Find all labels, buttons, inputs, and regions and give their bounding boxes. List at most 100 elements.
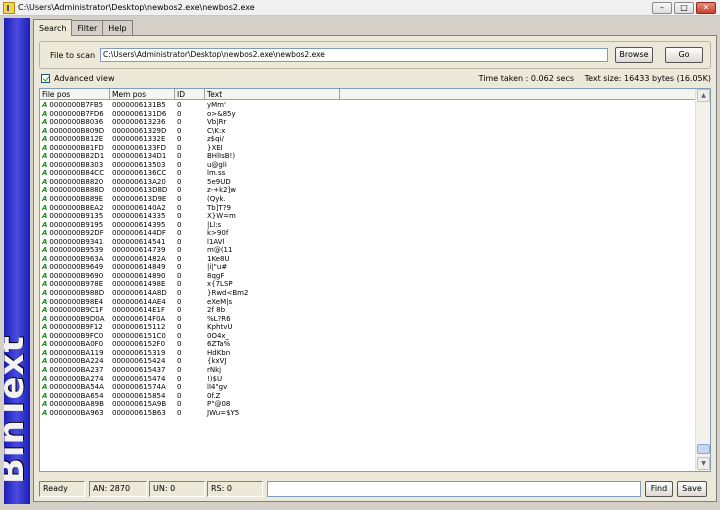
text-cell: z$qi/ [207, 135, 224, 144]
table-row[interactable]: A 0000000BA119 000000615319 0 HdKbn [40, 349, 695, 358]
file-pos-cell: A 0000000B889E [42, 195, 104, 204]
string-type-icon: A [42, 271, 48, 280]
table-row[interactable]: A 0000000B9649 000000614849 0 |i|"u# [40, 263, 695, 272]
advanced-view-option[interactable]: Advanced view [41, 74, 114, 83]
find-input[interactable] [267, 481, 641, 497]
file-pos-cell: A 0000000B9FC0 [42, 331, 104, 340]
string-type-icon: A [42, 160, 48, 169]
id-cell: 0 [177, 357, 182, 366]
vertical-scrollbar[interactable]: ▲ ▼ [695, 89, 710, 471]
table-row[interactable]: A 0000000B963A 00000061482A 0 1Ke8U [40, 255, 695, 264]
table-row[interactable]: A 0000000B889E 000000613D9E 0 (Qyk. [40, 195, 695, 204]
table-row[interactable]: A 0000000B7FB5 0000006131B5 0 yMm' [40, 101, 695, 110]
advanced-view-checkbox[interactable] [41, 74, 50, 83]
logo-text: BinText [4, 335, 30, 484]
table-row[interactable]: A 0000000B92DF 0000006144DF 0 k>90f [40, 229, 695, 238]
text-cell: }XEI [207, 143, 223, 152]
table-row[interactable]: A 0000000BA54A 00000061574A 0 lI4"gv [40, 383, 695, 392]
string-type-icon: A [42, 143, 48, 152]
table-row[interactable]: A 0000000B888D 000000613D8D 0 z-+k2]w [40, 186, 695, 195]
table-row[interactable]: A 0000000BA654 000000615854 0 0f.Z [40, 392, 695, 401]
column-id[interactable]: ID [175, 89, 205, 100]
id-cell: 0 [177, 408, 182, 417]
table-row[interactable]: A 0000000B8303 000000613503 0 u@gli [40, 161, 695, 170]
close-button[interactable]: ✕ [696, 2, 716, 14]
scroll-thumb[interactable] [697, 444, 710, 454]
table-row[interactable]: A 0000000B81FD 0000006133FD 0}XEI [40, 144, 695, 153]
table-row[interactable]: A 0000000B9D0A 000000614F0A 0 %L?R6 [40, 315, 695, 324]
table-row[interactable]: A 0000000B98E4 000000614AE4 0 eXeM|s [40, 298, 695, 307]
table-row[interactable]: A 0000000BA224 000000615424 0 {kxVJ [40, 357, 695, 366]
strings-list[interactable]: File pos Mem pos ID Text A 0000000B7FB5 00… [39, 88, 711, 472]
table-row[interactable]: A 0000000BA237 000000615437 0 rNkj [40, 366, 695, 375]
status-rs-count: RS: 0 [207, 481, 263, 497]
table-row[interactable]: A 0000000B82D1 0000006134D1 0 BHlIsB!) [40, 152, 695, 161]
id-cell: 0 [177, 280, 182, 289]
id-cell: 0 [177, 297, 182, 306]
tab-help[interactable]: Help [102, 20, 133, 36]
id-cell: 0 [177, 160, 182, 169]
file-pos-cell: A 0000000B9135 [42, 212, 104, 221]
scroll-down-arrow-icon[interactable]: ▼ [697, 457, 710, 470]
table-row[interactable]: A 0000000B9341 000000614541 0 l1AVl [40, 238, 695, 247]
mem-pos-cell: 0000006140A2 [112, 203, 166, 212]
table-row[interactable]: A 0000000B9F12 000000615112 0 KphtvU [40, 323, 695, 332]
maximize-button[interactable]: □ [674, 2, 694, 14]
string-type-icon: A [42, 152, 48, 161]
table-row[interactable]: A 0000000B988D 000000614A8D 0}Rwd<Bm2 [40, 289, 695, 298]
status-bar: Ready AN: 2870 UN: 0 RS: 0 Find Save [39, 481, 711, 497]
table-row[interactable]: A 0000000BA963 000000615B63 0 JWu=$Y5 [40, 409, 695, 418]
mem-pos-cell: 000000614849 [112, 263, 166, 272]
text-cell: eXeM|s [207, 297, 233, 306]
column-file-pos[interactable]: File pos [40, 89, 110, 100]
table-row[interactable]: A 0000000B809D 00000061329D 0 C\K:x [40, 127, 695, 136]
id-cell: 0 [177, 152, 182, 161]
table-row[interactable]: A 0000000B9C1F 000000614E1F 0 2f 8b [40, 306, 695, 315]
table-row[interactable]: A 0000000BA274 000000615474 0 !)$U [40, 375, 695, 384]
list-header: File pos Mem pos ID Text [40, 89, 695, 100]
scroll-up-arrow-icon[interactable]: ▲ [697, 89, 710, 102]
id-cell: 0 [177, 331, 182, 340]
mem-pos-cell: 000000615112 [112, 323, 166, 332]
table-row[interactable]: A 0000000B9690 000000614890 0 8qgF [40, 272, 695, 281]
column-text[interactable]: Text [205, 89, 340, 100]
string-type-icon: A [42, 408, 48, 417]
table-row[interactable]: A 0000000BA0F0 0000006152F0 0 6ZTa% [40, 340, 695, 349]
browse-button[interactable]: Browse [615, 47, 653, 63]
string-type-icon: A [42, 383, 48, 392]
file-pos-cell: A 0000000B809D [42, 126, 105, 135]
table-row[interactable]: A 0000000B8EA2 0000006140A2 0 Tb]T?9 [40, 204, 695, 213]
file-pos-cell: A 0000000B812E [42, 135, 104, 144]
table-row[interactable]: A 0000000B9FC0 0000006151C0 0 0O4x_ [40, 332, 695, 341]
mem-pos-cell: 000000614890 [112, 271, 166, 280]
tab-filter[interactable]: Filter [71, 20, 104, 36]
mem-pos-cell: 000000613D9E [112, 195, 167, 204]
table-row[interactable]: A 0000000B8036 000000613236 0 Vb|Rr [40, 118, 695, 127]
table-row[interactable]: A 0000000B7FD6 0000006131D6 0 o>&85y [40, 110, 695, 119]
table-row[interactable]: A 0000000B978E 00000061498E 0 x{7LSP [40, 280, 695, 289]
mem-pos-cell: 000000613D8D [112, 186, 168, 195]
table-row[interactable]: A 0000000B812E 00000061332E 0 z$qi/ [40, 135, 695, 144]
string-type-icon: A [42, 357, 48, 366]
file-path-input[interactable]: C:\Users\Administrator\Desktop\newbos2.e… [100, 48, 608, 62]
table-row[interactable]: A 0000000B9195 000000614395 0 |Ll:s [40, 221, 695, 230]
table-row[interactable]: A 0000000B9539 000000614739 0 m@(11 [40, 246, 695, 255]
table-row[interactable]: A 0000000BA89B 000000615A9B 0 P"@08 [40, 400, 695, 409]
table-row[interactable]: A 0000000B8820 000000613A20 0 5e9UD [40, 178, 695, 187]
id-cell: 0 [177, 314, 182, 323]
go-button[interactable]: Go [665, 47, 703, 63]
tab-search[interactable]: Search [33, 19, 73, 36]
column-mem-pos[interactable]: Mem pos [110, 89, 175, 100]
string-type-icon: A [42, 101, 48, 109]
mem-pos-cell: 000000615854 [112, 391, 166, 400]
table-row[interactable]: A 0000000B84CC 0000006136CC 0 lm.ss [40, 169, 695, 178]
find-button[interactable]: Find [645, 481, 673, 497]
minimize-button[interactable]: – [652, 2, 672, 14]
table-row[interactable]: A 0000000B9135 000000614335 0 X}W=m [40, 212, 695, 221]
id-cell: 0 [177, 306, 182, 315]
text-cell: C\K:x [207, 126, 226, 135]
file-pos-cell: A 0000000B9341 [42, 237, 104, 246]
mem-pos-cell: 000000615A9B [112, 400, 167, 409]
mem-pos-cell: 000000613503 [112, 160, 166, 169]
save-button[interactable]: Save [677, 481, 707, 497]
